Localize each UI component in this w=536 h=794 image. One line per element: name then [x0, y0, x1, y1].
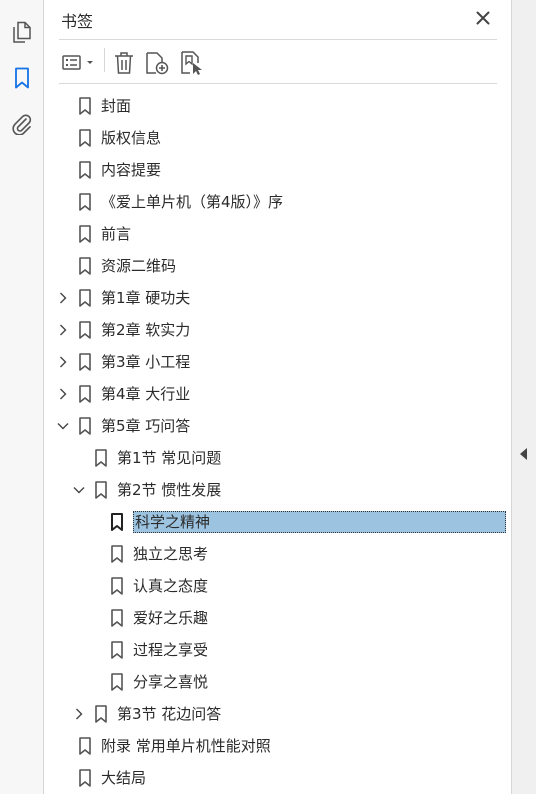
list-options-icon [62, 55, 93, 70]
bookmarks-panel: 书签 封面 版权信息 内容提要 《爱上单片机（第4版）》序 前言 资源二维码 第… [45, 0, 511, 794]
bookmark-item[interactable]: 第2章 软实力 [45, 314, 511, 346]
find-current-bookmark-icon [181, 51, 202, 75]
bookmark-item[interactable]: 第1节 常见问题 [45, 442, 511, 474]
bookmark-icon [78, 257, 92, 275]
bookmark-icon [110, 577, 124, 595]
chevron-right-icon[interactable] [72, 707, 86, 721]
bookmark-icon [78, 769, 92, 787]
bookmark-icon [110, 545, 124, 563]
trash-icon [115, 52, 133, 74]
bookmark-icon [78, 289, 92, 307]
panel-collapse-strip[interactable] [511, 0, 536, 794]
options-menu-button[interactable] [61, 50, 97, 76]
chevron-down-icon[interactable] [72, 483, 86, 497]
delete-bookmark-button[interactable] [111, 50, 137, 76]
bookmark-icon [110, 673, 124, 691]
bookmark-label[interactable]: 版权信息 [101, 128, 161, 148]
bookmark-label[interactable]: 第5章 巧问答 [101, 416, 190, 436]
bookmark-item[interactable]: 《爱上单片机（第4版）》序 [45, 186, 511, 218]
bookmark-item[interactable]: 第5章 巧问答 [45, 410, 511, 442]
bookmark-label[interactable]: 第3节 花边问答 [117, 704, 221, 724]
bookmark-label[interactable]: 爱好之乐趣 [133, 608, 208, 628]
close-icon [476, 11, 490, 25]
close-panel-button[interactable] [473, 8, 493, 28]
panel-title: 书签 [61, 12, 94, 31]
bookmark-icon [78, 193, 92, 211]
toolbar-separator [104, 48, 105, 72]
collapse-arrow-icon[interactable] [519, 447, 529, 461]
bookmark-item[interactable]: 封面 [45, 90, 511, 122]
bookmark-icon [110, 609, 124, 627]
toolbar-divider [59, 83, 497, 84]
bookmark-label[interactable]: 科学之精神 [133, 511, 506, 533]
bookmark-item[interactable]: 前言 [45, 218, 511, 250]
bookmark-icon [78, 97, 92, 115]
bookmark-icon [78, 417, 92, 435]
bookmark-icon [78, 737, 92, 755]
bookmark-item[interactable]: 版权信息 [45, 122, 511, 154]
bookmark-item[interactable]: 爱好之乐趣 [45, 602, 511, 634]
bookmark-item[interactable]: 第1章 硬功夫 [45, 282, 511, 314]
bookmarks-toolbar [45, 40, 511, 84]
bookmark-icon [94, 705, 108, 723]
bookmark-icon [94, 449, 108, 467]
bookmark-label[interactable]: 分享之喜悦 [133, 672, 208, 692]
bookmark-item[interactable]: 大结局 [45, 762, 511, 794]
bookmark-item[interactable]: 过程之享受 [45, 634, 511, 666]
new-bookmark-icon [146, 52, 169, 75]
bookmark-icon [78, 321, 92, 339]
chevron-right-icon[interactable] [56, 387, 70, 401]
bookmark-label[interactable]: 内容提要 [101, 160, 161, 180]
bookmark-icon [78, 129, 92, 147]
bookmark-icon [78, 225, 92, 243]
page-thumbnails-icon[interactable] [8, 18, 36, 46]
bookmark-label[interactable]: 《爱上单片机（第4版）》序 [101, 192, 283, 212]
bookmark-item[interactable]: 资源二维码 [45, 250, 511, 282]
bookmark-icon[interactable] [8, 64, 36, 92]
bookmark-label[interactable]: 第3章 小工程 [101, 352, 190, 372]
bookmark-item[interactable]: 附录 常用单片机性能对照 [45, 730, 511, 762]
chevron-right-icon[interactable] [56, 355, 70, 369]
bookmark-label[interactable]: 第2节 惯性发展 [117, 480, 221, 500]
bookmark-icon [94, 481, 108, 499]
bookmark-item[interactable]: 认真之态度 [45, 570, 511, 602]
bookmark-item[interactable]: 科学之精神 [45, 506, 511, 538]
navigation-rail [0, 0, 44, 794]
bookmark-item[interactable]: 独立之思考 [45, 538, 511, 570]
bookmark-icon [78, 385, 92, 403]
new-bookmark-button[interactable] [143, 50, 171, 76]
bookmark-icon [78, 353, 92, 371]
bookmark-label[interactable]: 第1章 硬功夫 [101, 288, 190, 308]
attachment-icon[interactable] [8, 110, 36, 138]
bookmark-item[interactable]: 第3章 小工程 [45, 346, 511, 378]
panel-header: 书签 [45, 0, 511, 40]
bookmark-label[interactable]: 第2章 软实力 [101, 320, 190, 340]
bookmark-label[interactable]: 独立之思考 [133, 544, 208, 564]
bookmark-label[interactable]: 资源二维码 [101, 256, 176, 276]
bookmark-label[interactable]: 封面 [101, 96, 131, 116]
bookmark-label[interactable]: 第1节 常见问题 [117, 448, 221, 468]
bookmark-icon [110, 641, 124, 659]
bookmark-item[interactable]: 第4章 大行业 [45, 378, 511, 410]
bookmark-icon [78, 161, 92, 179]
bookmark-label[interactable]: 大结局 [101, 768, 146, 788]
chevron-right-icon[interactable] [56, 323, 70, 337]
chevron-down-icon[interactable] [56, 419, 70, 433]
chevron-right-icon[interactable] [56, 291, 70, 305]
bookmark-item[interactable]: 内容提要 [45, 154, 511, 186]
bookmark-label[interactable]: 附录 常用单片机性能对照 [101, 736, 271, 756]
bookmark-label[interactable]: 前言 [101, 224, 131, 244]
bookmarks-window: 书签 封面 版权信息 内容提要 《爱上单片机（第4版）》序 前言 资源二维码 第… [0, 0, 536, 794]
bookmark-icon [110, 513, 124, 531]
bookmark-item[interactable]: 第3节 花边问答 [45, 698, 511, 730]
bookmark-label[interactable]: 认真之态度 [133, 576, 208, 596]
bookmark-label[interactable]: 第4章 大行业 [101, 384, 190, 404]
bookmark-item[interactable]: 第2节 惯性发展 [45, 474, 511, 506]
bookmark-label[interactable]: 过程之享受 [133, 640, 208, 660]
bookmark-item[interactable]: 分享之喜悦 [45, 666, 511, 698]
find-current-bookmark-button[interactable] [178, 50, 206, 76]
